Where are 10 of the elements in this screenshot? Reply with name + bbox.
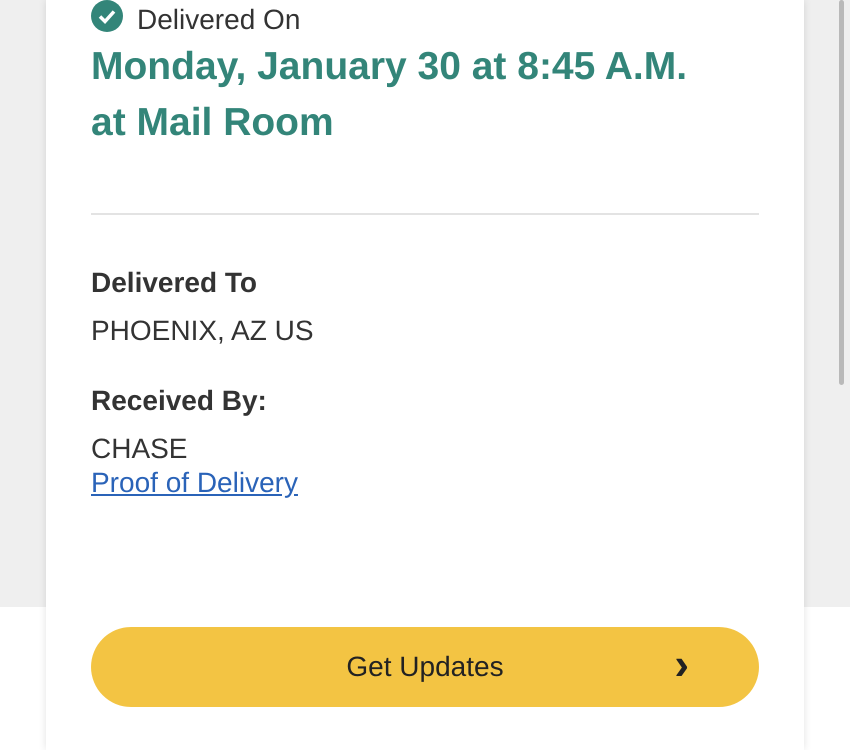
detail-value: CHASE [91,432,188,466]
get-updates-button[interactable]: Get Updates › [91,627,759,707]
proof-of-delivery-link[interactable]: Proof of Delivery [91,467,298,499]
chevron-icon: › [674,643,689,687]
detail-label: Delivered To [91,266,258,300]
scrollbar[interactable] [839,0,844,385]
delivery-headline: Monday, January 30 at 8:45 A.M. at Mail Room [91,44,688,146]
detail-value: PHOENIX, AZ US [91,314,314,348]
detail-label: Received By: [91,384,268,418]
status-label: Delivered On [137,4,300,36]
